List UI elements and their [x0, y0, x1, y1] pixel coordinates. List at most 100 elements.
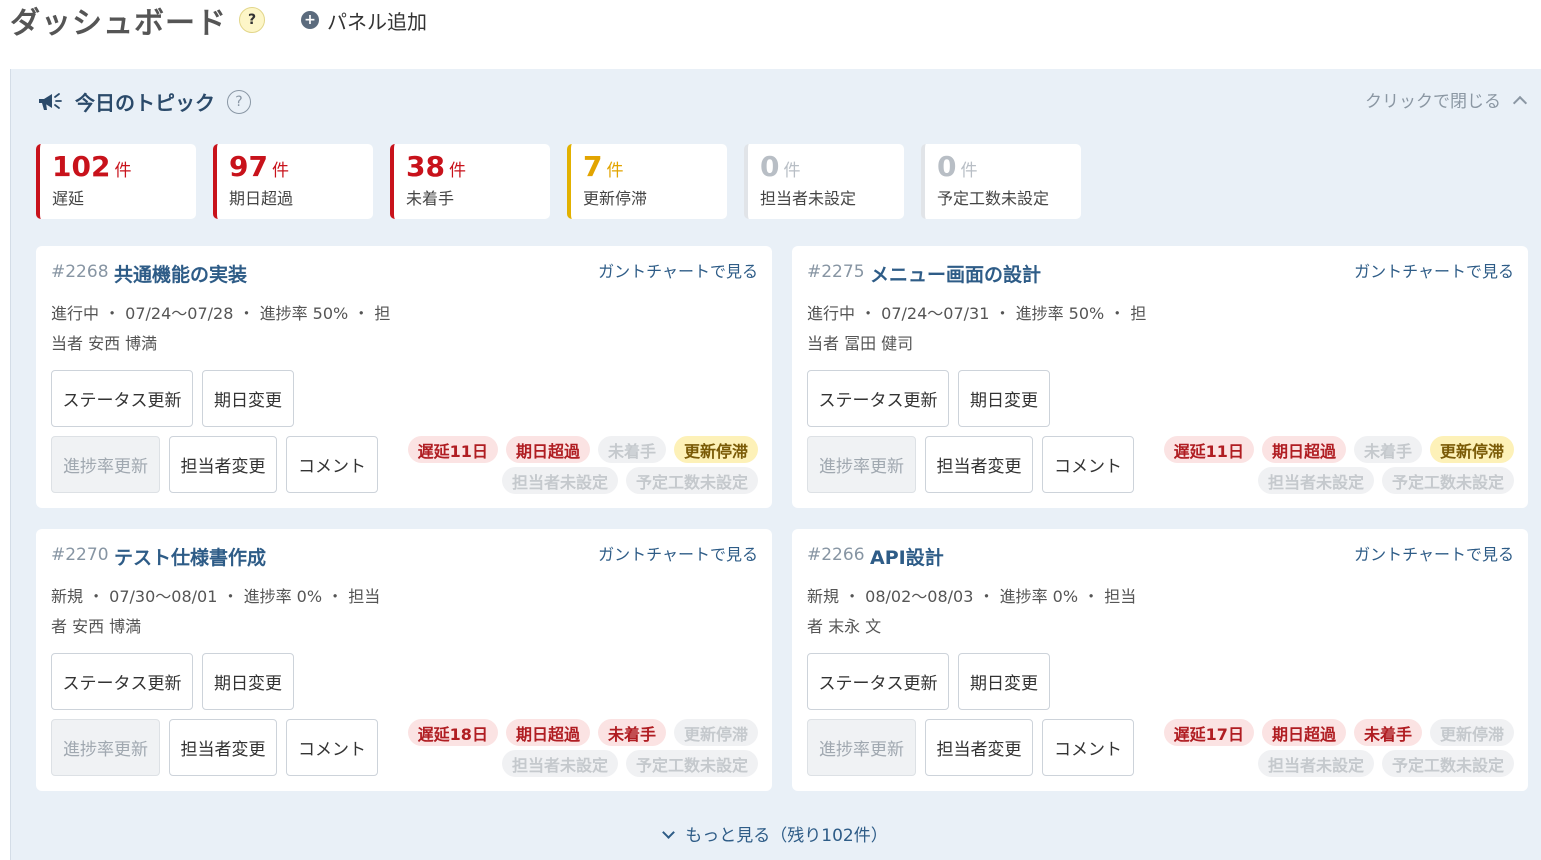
stat-count: 7 — [583, 150, 603, 183]
stat-tile[interactable]: 7 件更新停滞 — [567, 144, 727, 219]
due-date-change-button[interactable]: 期日変更 — [958, 653, 1050, 710]
status-tag: 期日超過 — [505, 719, 590, 746]
close-panel-label: クリックで閉じる — [1365, 92, 1501, 112]
due-date-change-button[interactable]: 期日変更 — [202, 653, 294, 710]
task-title-link[interactable]: 共通機能の実装 — [114, 260, 247, 287]
status-tag: 未着手 — [597, 436, 666, 463]
status-update-button[interactable]: ステータス更新 — [807, 653, 949, 710]
status-update-button[interactable]: ステータス更新 — [51, 370, 193, 427]
page-header: ダッシュボード ? + パネル追加 — [10, 0, 427, 41]
progress-update-button[interactable]: 進捗率更新 — [807, 436, 916, 493]
status-tags: 遅延11日 期日超過 未着手 更新停滞 担当者未設定 予定工数未設定 — [1144, 436, 1514, 494]
megaphone-icon — [39, 92, 62, 110]
show-more-button[interactable]: もっと見る（残り102件） — [11, 821, 1541, 846]
stat-label: 更新停滞 — [583, 189, 648, 208]
status-update-button[interactable]: ステータス更新 — [807, 370, 949, 427]
assignee-change-button[interactable]: 担当者変更 — [169, 436, 277, 493]
status-tag: 担当者未設定 — [501, 750, 618, 777]
stat-label: 担当者未設定 — [760, 189, 857, 208]
topics-panel: 今日のトピック ? クリックで閉じる 102 件遅延 97 件期日超過 38 件未着手 7 件… — [10, 69, 1541, 860]
chevron-down-icon — [662, 826, 676, 839]
stat-label: 遅延 — [52, 189, 85, 208]
assignee-change-button[interactable]: 担当者変更 — [925, 719, 1033, 776]
add-panel-label: パネル追加 — [327, 9, 427, 34]
status-tag: 遅延17日 — [1163, 719, 1254, 746]
stat-unit: 件 — [271, 161, 289, 181]
status-tag: 更新停滞 — [673, 436, 758, 463]
comment-button[interactable]: コメント — [286, 436, 378, 493]
stat-value-row: 102 件 — [52, 150, 196, 183]
status-tag: 未着手 — [1353, 436, 1422, 463]
status-tags: 遅延18日 期日超過 未着手 更新停滞 担当者未設定 予定工数未設定 — [388, 719, 758, 777]
status-tag: 未着手 — [1353, 719, 1422, 746]
status-tag: 担当者未設定 — [1257, 467, 1374, 494]
task-meta: 新規 ・ 08/02〜08/03 ・ 進捗率 0% ・ 担当者 末永 文 — [807, 587, 1137, 636]
status-tag: 遅延18日 — [407, 719, 498, 746]
progress-update-button[interactable]: 進捗率更新 — [51, 436, 160, 493]
stat-tile[interactable]: 38 件未着手 — [390, 144, 550, 219]
task-card: #2266 API設計 ガントチャートで見る新規 ・ 08/02〜08/03 ・ 進… — [792, 529, 1528, 791]
stat-tile[interactable]: 102 件遅延 — [36, 144, 196, 219]
status-tag: 予定工数未設定 — [625, 750, 758, 777]
stat-label: 期日超過 — [229, 189, 294, 208]
stat-tile[interactable]: 97 件期日超過 — [213, 144, 373, 219]
status-tag: 予定工数未設定 — [625, 467, 758, 494]
task-card: #2275 メニュー画面の設計 ガントチャートで見る進行中 ・ 07/24〜07/3… — [792, 246, 1528, 508]
stat-unit: 件 — [114, 161, 132, 181]
progress-update-button[interactable]: 進捗率更新 — [807, 719, 916, 776]
comment-button[interactable]: コメント — [1042, 719, 1134, 776]
status-tags: 遅延11日 期日超過 未着手 更新停滞 担当者未設定 予定工数未設定 — [388, 436, 758, 494]
stat-unit: 件 — [606, 161, 624, 181]
task-meta: 進行中 ・ 07/24〜07/31 ・ 進捗率 50% ・ 担当者 冨田 健司 — [807, 304, 1147, 353]
task-id: #2275 — [807, 262, 865, 282]
status-tag: 担当者未設定 — [501, 467, 618, 494]
stat-value-row: 0件 — [760, 150, 904, 183]
task-card: #2270 テスト仕様書作成 ガントチャートで見る新規 ・ 07/30〜08/01 … — [36, 529, 772, 791]
status-tag: 遅延11日 — [1163, 436, 1254, 463]
status-tag: 期日超過 — [1261, 436, 1346, 463]
stat-label: 予定工数未設定 — [937, 189, 1050, 208]
status-tag: 期日超過 — [1261, 719, 1346, 746]
gantt-chart-link[interactable]: ガントチャートで見る — [598, 541, 758, 565]
gantt-chart-link[interactable]: ガントチャートで見る — [1354, 541, 1514, 565]
stat-value-row: 97 件 — [229, 150, 373, 183]
close-panel-button[interactable]: クリックで閉じる — [1365, 87, 1528, 112]
status-tag: 担当者未設定 — [1257, 750, 1374, 777]
due-date-change-button[interactable]: 期日変更 — [958, 370, 1050, 427]
status-tags: 遅延17日 期日超過 未着手 更新停滞 担当者未設定 予定工数未設定 — [1144, 719, 1514, 777]
status-tag: 更新停滞 — [1429, 719, 1514, 746]
assignee-change-button[interactable]: 担当者変更 — [169, 719, 277, 776]
task-id: #2270 — [51, 545, 109, 565]
panel-header: 今日のトピック ? — [37, 87, 251, 116]
comment-button[interactable]: コメント — [1042, 436, 1134, 493]
gantt-chart-link[interactable]: ガントチャートで見る — [598, 258, 758, 282]
stat-tile[interactable]: 0 件担当者未設定 — [744, 144, 904, 219]
status-update-button[interactable]: ステータス更新 — [51, 653, 193, 710]
status-tag: 遅延11日 — [407, 436, 498, 463]
assignee-change-button[interactable]: 担当者変更 — [925, 436, 1033, 493]
gantt-chart-link[interactable]: ガントチャートで見る — [1354, 258, 1514, 282]
stat-value-row: 7件 — [583, 150, 727, 183]
stat-count: 0 — [760, 150, 780, 183]
task-title-link[interactable]: テスト仕様書作成 — [114, 543, 266, 570]
help-icon[interactable]: ? — [239, 7, 265, 33]
stat-count: 102 — [52, 150, 111, 183]
show-more-label: もっと見る（残り102件） — [685, 826, 888, 846]
panel-help-icon[interactable]: ? — [227, 89, 251, 114]
task-id: #2266 — [807, 545, 865, 565]
page-title: ダッシュボード — [10, 6, 227, 41]
stat-count: 97 — [229, 150, 268, 183]
stat-label: 未着手 — [406, 189, 455, 208]
stat-unit: 件 — [448, 161, 466, 181]
task-meta: 新規 ・ 07/30〜08/01 ・ 進捗率 0% ・ 担当者 安西 博満 — [51, 587, 381, 636]
task-title-link[interactable]: API設計 — [870, 543, 944, 570]
task-meta: 進行中 ・ 07/24〜07/28 ・ 進捗率 50% ・ 担当者 安西 博満 — [51, 304, 391, 353]
stat-tile[interactable]: 0 件予定工数未設定 — [921, 144, 1081, 219]
add-panel-button[interactable]: + パネル追加 — [301, 6, 427, 35]
progress-update-button[interactable]: 進捗率更新 — [51, 719, 160, 776]
task-title-link[interactable]: メニュー画面の設計 — [870, 260, 1041, 287]
status-tag: 更新停滞 — [673, 719, 758, 746]
due-date-change-button[interactable]: 期日変更 — [202, 370, 294, 427]
comment-button[interactable]: コメント — [286, 719, 378, 776]
stats-row: 102 件遅延 97 件期日超過 38 件未着手 7 件更新停滞 0 件担当者未設定 0 件予定工数未… — [36, 144, 1081, 219]
